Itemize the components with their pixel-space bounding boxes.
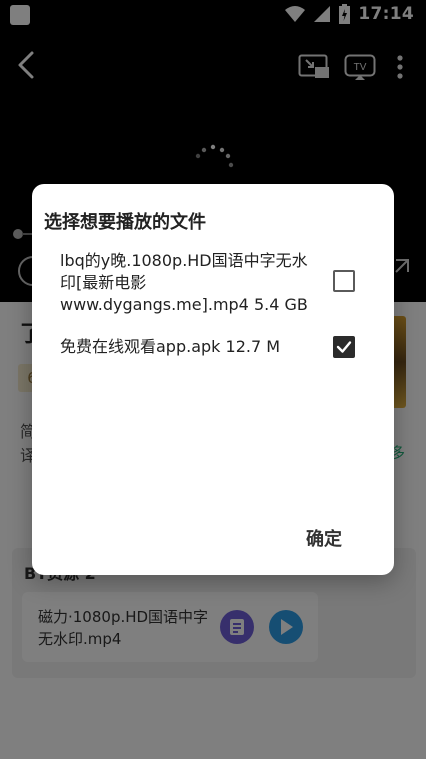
confirm-button[interactable]: 确定 [294, 524, 354, 556]
file-option-label: lbq的y晚.1080p.HD国语中字无水印[最新电影www.dygangs.m… [60, 251, 308, 314]
file-option-checkbox-unchecked[interactable] [333, 270, 355, 292]
file-select-dialog: 选择想要播放的文件 lbq的y晚.1080p.HD国语中字无水印[最新电影www… [32, 184, 394, 575]
checkmark-icon [336, 341, 352, 353]
file-option-checkbox-checked[interactable] [333, 336, 355, 358]
file-option-label: 免费在线观看app.apk 12.7 M [60, 337, 281, 356]
file-option-1[interactable]: lbq的y晚.1080p.HD国语中字无水印[最新电影www.dygangs.m… [32, 250, 394, 316]
dialog-title: 选择想要播放的文件 [44, 212, 206, 233]
file-option-2[interactable]: 免费在线观看app.apk 12.7 M [32, 336, 394, 364]
